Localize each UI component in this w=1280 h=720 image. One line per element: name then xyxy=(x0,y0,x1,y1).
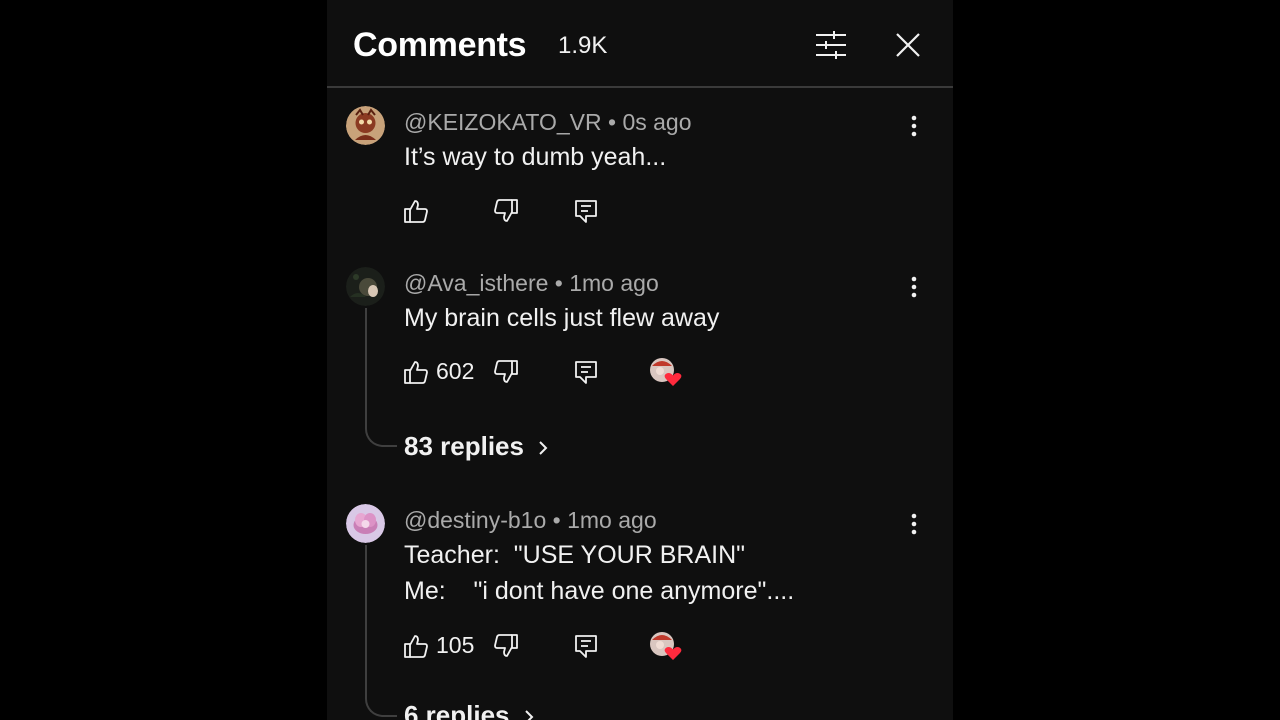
like-count: 105 xyxy=(436,632,475,658)
reply-icon[interactable] xyxy=(573,633,599,659)
view-replies-link[interactable]: 6 replies xyxy=(404,700,535,720)
more-options-icon[interactable] xyxy=(905,509,923,539)
comment-item: @destiny-b1o • 1mo ago Teacher: "USE YOU… xyxy=(327,0,953,720)
comment-text-line-2: Me: "i dont have one anymore".... xyxy=(404,577,795,605)
comment-author[interactable]: @destiny-b1o xyxy=(404,507,546,533)
thumbs-down-icon[interactable] xyxy=(493,633,519,659)
meta-separator: • xyxy=(546,507,568,533)
creator-heart-icon xyxy=(649,630,685,662)
thumbs-up-icon[interactable] xyxy=(403,633,429,659)
comment-meta: @destiny-b1o • 1mo ago xyxy=(404,507,657,534)
avatar[interactable] xyxy=(346,504,385,543)
thread-line xyxy=(365,545,397,717)
chevron-right-icon xyxy=(523,708,535,720)
comments-panel: Comments 1.9K @KEIZOKATO_VR • 0s ago It’… xyxy=(327,0,953,720)
replies-count: 6 replies xyxy=(404,700,510,720)
comment-text-line-1: Teacher: "USE YOUR BRAIN" xyxy=(404,541,746,569)
comment-time: 1mo ago xyxy=(567,507,657,533)
